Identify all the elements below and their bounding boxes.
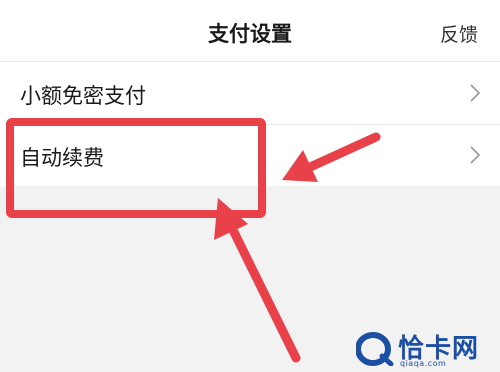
arrow-up-annotation [214, 198, 301, 363]
watermark-logo-icon [356, 332, 394, 366]
payment-settings-screen: 支付设置 反馈 小额免密支付 自动续费 恰卡网 qiaqa.com [0, 0, 500, 372]
watermark: 恰卡网 qiaqa.com [352, 328, 498, 370]
list-item-small-amount-password-free[interactable]: 小额免密支付 [0, 62, 500, 124]
top-navbar: 支付设置 反馈 [0, 0, 500, 62]
list-item-auto-renewal[interactable]: 自动续费 [0, 124, 500, 186]
feedback-button[interactable]: 反馈 [440, 20, 478, 47]
list-item-label: 自动续费 [20, 146, 104, 170]
list-item-label: 小额免密支付 [20, 84, 146, 108]
chevron-right-icon [470, 84, 480, 102]
settings-list: 小额免密支付 自动续费 [0, 62, 500, 186]
watermark-domain: qiaqa.com [400, 359, 447, 368]
page-title: 支付设置 [208, 22, 292, 46]
chevron-right-icon [470, 146, 480, 164]
